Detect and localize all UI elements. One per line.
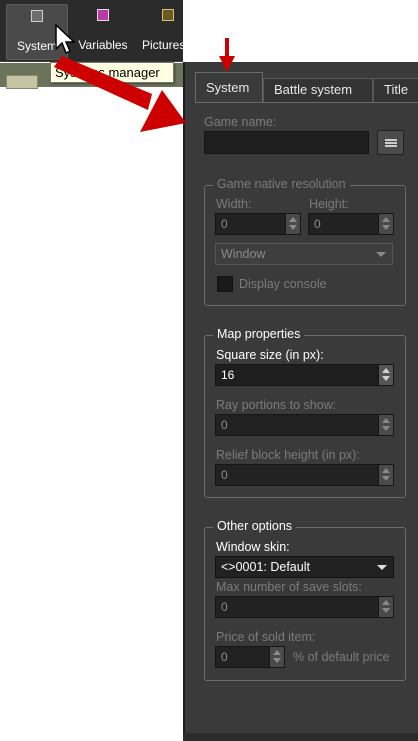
display-console-label: Display console — [239, 277, 327, 291]
display-console-checkbox[interactable] — [217, 276, 233, 292]
main-toolbar: System Variables Pictures — [0, 0, 183, 62]
square-size-spinbox[interactable]: 16 — [215, 364, 394, 386]
chevron-down-icon — [376, 252, 386, 257]
other-options-group-title: Other options — [213, 519, 297, 533]
tab-divider — [195, 102, 418, 103]
variables-button[interactable]: Variables — [70, 4, 136, 60]
systems-manager-label: System — [16, 39, 57, 53]
width-label: Width: — [216, 197, 252, 211]
height-spin-arrows-icon[interactable] — [378, 214, 393, 234]
relief-height-spin-arrows-icon[interactable] — [378, 465, 393, 485]
systems-manager-icon — [31, 10, 43, 22]
systems-manager-panel: Battle system Title System Game name: Ga… — [183, 62, 418, 741]
pictures-icon — [162, 9, 174, 21]
game-name-translate-button[interactable] — [377, 130, 404, 155]
window-skin-select[interactable]: <>0001: Default — [215, 556, 394, 578]
resolution-group-title: Game native resolution — [213, 177, 350, 191]
variables-label: Variables — [78, 38, 128, 52]
save-slots-spin-arrows-icon[interactable] — [378, 597, 393, 617]
mouse-cursor-icon — [55, 24, 76, 55]
price-sold-spin-arrows-icon[interactable] — [269, 647, 284, 667]
window-skin-value: <>0001: Default — [221, 560, 310, 574]
screen-mode-select[interactable]: Window — [215, 243, 393, 265]
save-slots-spinbox[interactable]: 0 — [215, 596, 394, 618]
price-sold-value: 0 — [221, 650, 228, 664]
pictures-button[interactable]: Pictures — [142, 4, 183, 60]
price-sold-label: Price of sold item: — [216, 630, 316, 644]
width-spinbox[interactable]: 0 — [215, 213, 301, 235]
height-label: Height: — [309, 197, 349, 211]
ray-portions-spinbox[interactable]: 0 — [215, 414, 394, 436]
height-value: 0 — [314, 217, 321, 231]
pictures-label: Pictures — [142, 38, 183, 52]
price-sold-suffix: % of default price — [293, 650, 390, 664]
window-skin-label: Window skin: — [216, 540, 290, 554]
width-value: 0 — [221, 217, 228, 231]
relief-height-label: Relief block height (in px): — [216, 448, 360, 462]
price-sold-spinbox[interactable]: 0 — [215, 646, 285, 668]
panel-bottom-edge — [183, 733, 418, 741]
list-icon — [385, 139, 397, 147]
ray-portions-value: 0 — [221, 418, 228, 432]
square-size-spin-arrows-icon[interactable] — [378, 365, 393, 385]
save-slots-label: Max number of save slots: — [216, 580, 362, 594]
width-spin-arrows-icon[interactable] — [285, 214, 300, 234]
ray-portions-label: Ray portions to show: — [216, 398, 337, 412]
map-tile — [6, 75, 38, 89]
screen-mode-value: Window — [221, 247, 266, 261]
square-size-label: Square size (in px): — [216, 348, 324, 362]
relief-height-value: 0 — [221, 468, 228, 482]
square-size-value: 16 — [221, 368, 235, 382]
systems-manager-tooltip: Systems manager — [50, 62, 174, 83]
tab-system[interactable]: System — [195, 72, 263, 102]
tab-bar: Battle system Title System — [195, 72, 418, 102]
map-properties-group-title: Map properties — [213, 327, 305, 341]
relief-height-spinbox[interactable]: 0 — [215, 464, 394, 486]
tab-title[interactable]: Title — [373, 78, 418, 102]
game-name-input[interactable] — [204, 131, 369, 154]
height-spinbox[interactable]: 0 — [308, 213, 394, 235]
tab-battle-system[interactable]: Battle system — [263, 78, 373, 102]
ray-portions-spin-arrows-icon[interactable] — [378, 415, 393, 435]
variables-icon — [97, 9, 109, 21]
save-slots-value: 0 — [221, 600, 228, 614]
game-name-label: Game name: — [204, 115, 277, 129]
chevron-down-icon — [377, 565, 387, 570]
